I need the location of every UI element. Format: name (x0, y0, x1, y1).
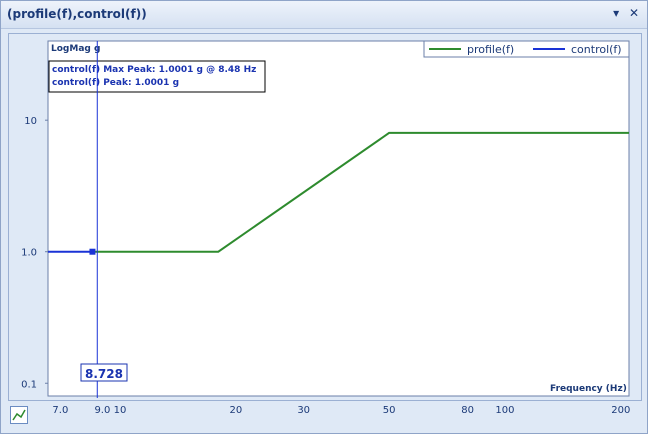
plot-area (47, 40, 630, 397)
x-tick-label: 50 (383, 405, 396, 416)
cursor-marker (89, 248, 96, 255)
y-tick-label: 10 (24, 116, 37, 127)
plot-window: (profile(f),control(f)) ▾ ✕ LogMag g con… (0, 0, 648, 434)
x-tick-label: 200 (611, 405, 630, 416)
frequency-chart[interactable]: LogMag g control(f) Max Peak: 1.0001 g @… (1, 1, 647, 433)
y-tick-label: 0.1 (21, 379, 37, 390)
legend-profile-label: profile(f) (467, 43, 514, 56)
annotation-max-peak: control(f) Max Peak: 1.0001 g @ 8.48 Hz (52, 65, 256, 75)
x-axis-label: Frequency (Hz) (550, 384, 627, 394)
x-tick-label: 10 (114, 405, 127, 416)
x-tick-label: 20 (230, 405, 243, 416)
x-tick-label: 30 (297, 405, 310, 416)
x-tick-label: 7.0 (52, 405, 68, 416)
legend-control-label: control(f) (571, 43, 622, 56)
annotation-peak: control(f) Peak: 1.0001 g (52, 78, 179, 88)
x-tick-label: 80 (461, 405, 474, 416)
y-tick-label: 1.0 (21, 248, 37, 259)
cursor-readout: 8.728 (85, 367, 123, 381)
y-axis-label: LogMag g (51, 44, 100, 54)
x-tick-label: 100 (495, 405, 514, 416)
chart-type-icon[interactable] (10, 406, 28, 424)
x-tick-label: 9.0 (94, 405, 110, 416)
